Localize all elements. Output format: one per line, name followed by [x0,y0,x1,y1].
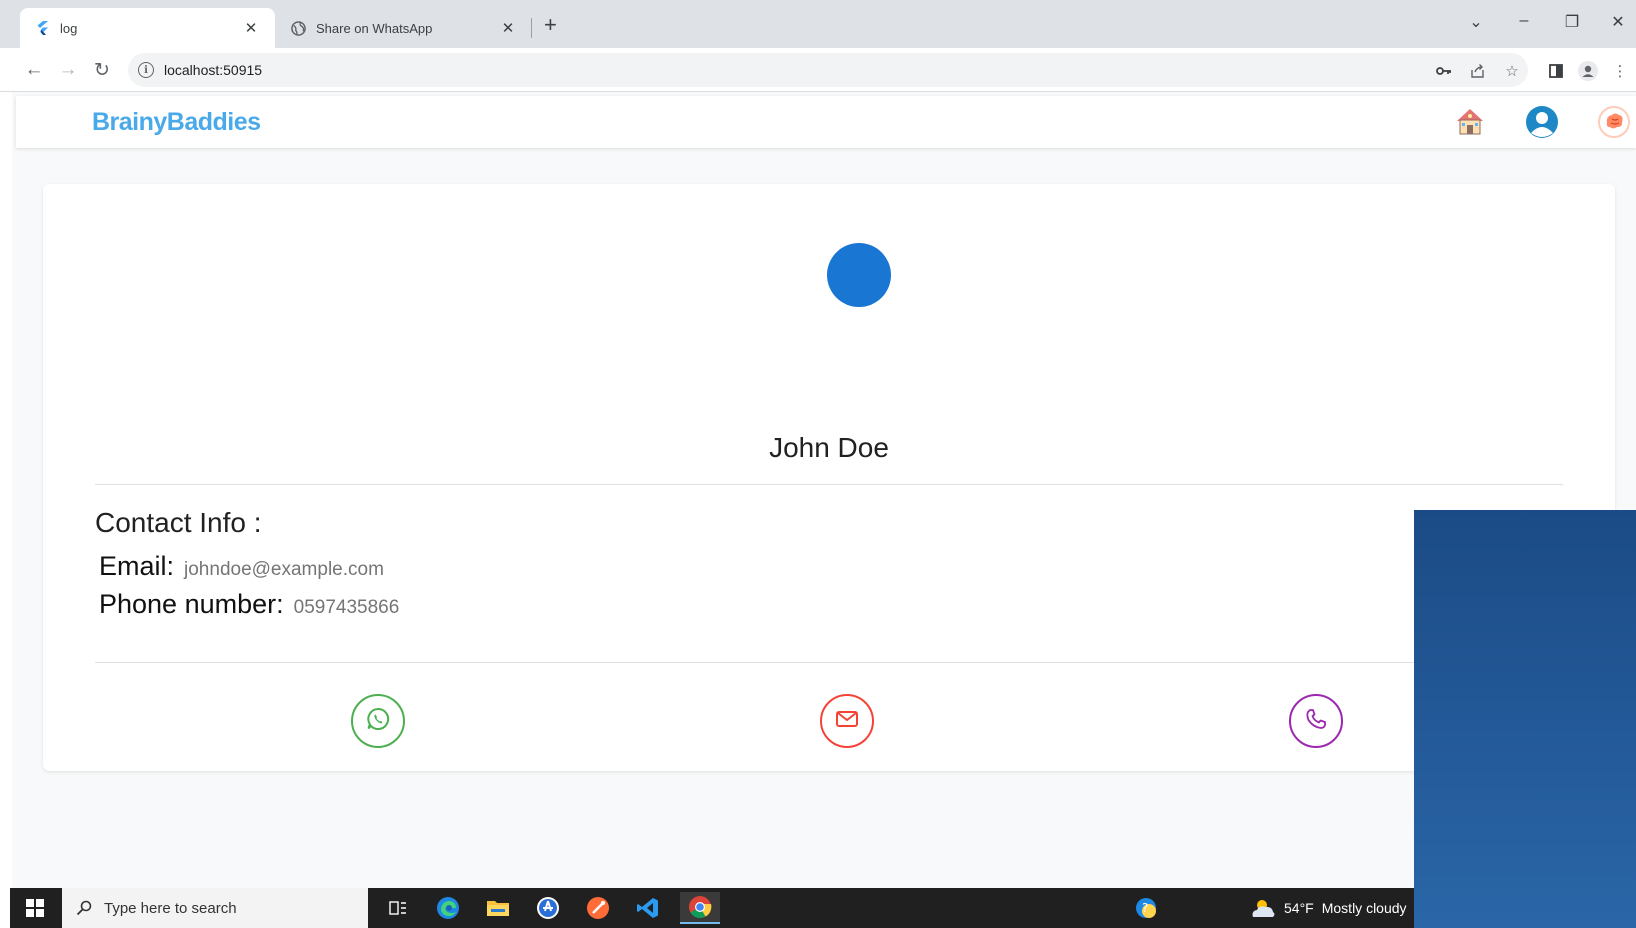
restore-icon[interactable]: ❐ [1560,12,1584,32]
phone-label: Phone number: [99,589,284,619]
browser-tabstrip: log ✕ Share on WhatsApp ✕ + ⌄ – ❐ ✕ [0,0,1636,48]
postman-app-icon[interactable] [578,892,618,924]
tab-title: log [60,20,78,36]
globe-icon [290,20,306,36]
phone-icon [1305,708,1327,735]
brain-icon[interactable] [1594,102,1634,142]
minimize-icon[interactable]: – [1512,12,1536,30]
close-tab-icon[interactable]: ✕ [498,19,518,37]
side-panel-icon[interactable] [1546,61,1566,81]
vscode-icon[interactable] [628,892,668,924]
cloudy-weather-icon [1250,897,1276,919]
help-icon[interactable]: ? [1126,892,1166,924]
user-avatar-icon[interactable] [1522,102,1562,142]
flutter-icon [34,20,50,36]
svg-text:?: ? [1142,901,1148,915]
divider [95,662,1563,663]
close-window-icon[interactable]: ✕ [1606,12,1630,32]
tab-separator [531,18,532,38]
site-info-icon[interactable]: i [138,62,154,78]
chrome-icon[interactable] [680,892,720,924]
phone-value: 0597435866 [293,597,400,618]
key-icon[interactable] [1434,61,1454,81]
address-bar[interactable]: i localhost:50915 [128,53,1528,87]
close-tab-icon[interactable]: ✕ [241,19,261,37]
share-icon[interactable] [1468,61,1488,81]
url-text: localhost:50915 [164,62,263,78]
phone-row: Phone number: 0597435866 [99,589,399,620]
page-viewport: BrainyBaddies John Doe Contact Info: Em… [12,92,1636,888]
windows-taskbar: Type here to search ? 54°F Mostly cloudy [10,888,1414,928]
search-placeholder: Type here to search [104,899,237,917]
email-row: Email: johndoe@example.com [99,551,384,582]
bookmark-star-icon[interactable]: ☆ [1502,61,1522,81]
email-button[interactable] [820,694,874,748]
weather-widget[interactable]: 54°F Mostly cloudy [1250,888,1407,928]
tab-search-chevron-icon[interactable]: ⌄ [1464,12,1488,32]
back-arrow-icon[interactable]: ← [20,56,48,84]
call-button[interactable] [1289,694,1343,748]
tab-log[interactable]: log ✕ [20,8,275,48]
browser-toolbar: ← → ↻ i localhost:50915 ☆ ⋮ [0,48,1636,92]
brand-title[interactable]: BrainyBaddies [92,108,261,137]
contact-info-heading: Contact Info : [95,507,262,538]
forward-arrow-icon[interactable]: → [54,56,82,84]
app-header: BrainyBaddies [16,96,1636,148]
email-label: Email: [99,551,175,581]
blue-overlay-panel [1414,510,1636,928]
profile-avatar [827,243,891,307]
windows-start-icon[interactable] [10,888,60,928]
new-tab-icon[interactable]: + [544,14,557,36]
menu-dots-icon[interactable]: ⋮ [1610,61,1630,81]
task-view-icon[interactable] [378,892,418,924]
profile-icon[interactable] [1578,61,1598,81]
divider [95,484,1563,485]
email-value: johndoe@example.com [184,559,384,580]
edge-browser-icon[interactable] [428,892,468,924]
whatsapp-icon [365,706,391,737]
file-explorer-icon[interactable] [478,892,518,924]
weather-description: Mostly cloudy [1321,900,1407,916]
whatsapp-button[interactable] [351,694,405,748]
tab-share-on-whatsapp[interactable]: Share on WhatsApp ✕ [276,8,532,48]
school-house-icon[interactable] [1450,102,1490,142]
reload-icon[interactable]: ↻ [88,56,116,84]
mail-icon [835,710,859,733]
profile-card: John Doe Contact Info : Email: johndoe@e… [43,184,1615,771]
store-app-icon[interactable] [528,892,568,924]
tab-title: Share on WhatsApp [316,20,433,36]
profile-name: John Doe [769,432,889,463]
weather-temp: 54°F [1284,900,1314,916]
taskbar-search-box[interactable]: Type here to search [62,888,368,928]
search-icon [76,900,92,916]
